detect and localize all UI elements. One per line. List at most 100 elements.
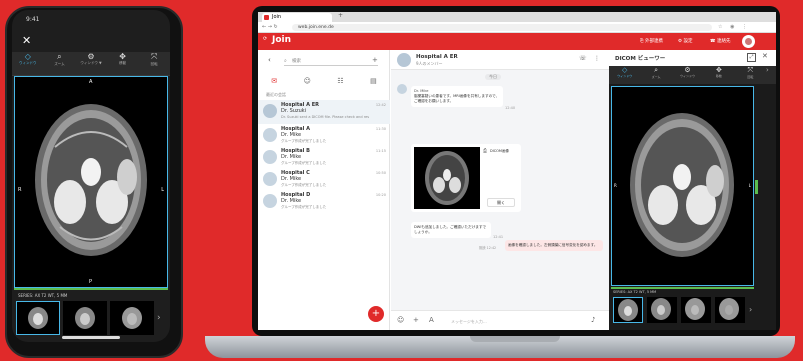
message-time: 12:41 xyxy=(493,235,504,239)
viewer-series-title: SERIES: AX T2 WT, 5 MM xyxy=(613,290,657,294)
orientation-label-left: L xyxy=(748,183,751,188)
add-conversation-icon[interactable]: + xyxy=(372,56,378,64)
back-forward-reload-icons[interactable]: ← → ↻ xyxy=(262,24,278,30)
tool-zoom[interactable]: ⌕ ズーム xyxy=(640,66,671,84)
tool-rotate[interactable]: ⤧ 回転 xyxy=(735,66,766,84)
dicom-viewer-panel: DICOM ビューワー ⤢ ✕ ◇ ウィンドウ ⌕ ズーム ⚙ ウィンドウ ✥ 移動 ⤧… xyxy=(609,50,776,330)
viewer-thumbnail-strip: › xyxy=(613,297,773,327)
search-input[interactable]: ⌕ 検索 xyxy=(284,57,378,66)
phone-mri-viewport[interactable]: R L A P xyxy=(14,76,168,288)
phone-series-title: SERIES: AX T2 WT, 5 MM xyxy=(18,293,68,298)
tab-contact-icon[interactable]: ☺ xyxy=(304,77,311,85)
microphone-icon[interactable]: ♪ xyxy=(591,316,595,324)
list-item[interactable]: Hospital C Dr. Mike グループ作成が完了しました 10:50 xyxy=(258,168,390,190)
date-divider: 今日 xyxy=(485,74,501,80)
header-action-integration[interactable]: ⎘ 外部連携 xyxy=(640,38,663,44)
series-thumbnail[interactable] xyxy=(63,301,107,335)
slice-scroll-indicator[interactable] xyxy=(755,180,758,194)
viewer-toolbar: ◇ ウィンドウ ⌕ ズーム ⚙ ウィンドウ ✥ 移動 ⤧ 回転 › xyxy=(609,66,776,84)
list-item[interactable]: Hospital A Dr. Mike グループ作成が完了しました 11:30 xyxy=(258,124,390,146)
list-item[interactable]: Hospital B Dr. Mike グループ作成が完了しました 11:15 xyxy=(258,146,390,168)
chevron-right-icon[interactable]: › xyxy=(749,297,752,327)
phone-tool-window[interactable]: ◇ ウィンドウ xyxy=(12,52,44,75)
scroll-progress-bar xyxy=(14,288,168,290)
brain-scan-image xyxy=(630,113,734,257)
viewer-mri-viewport[interactable]: R L xyxy=(611,86,754,286)
message-time: 12:40 xyxy=(505,106,516,110)
laptop-screen: Join + ← → ↻ web.join.ene.de ☆ ◉ ⋮ ⟳ Joi… xyxy=(258,12,776,330)
home-indicator xyxy=(62,336,120,339)
header-action-settings[interactable]: ⚙ 設定 xyxy=(678,38,692,44)
browser-tab[interactable]: Join xyxy=(262,13,332,22)
series-thumbnail[interactable] xyxy=(681,297,711,323)
text-format-icon[interactable]: A xyxy=(429,316,434,324)
join-logo-icon: ⟳ xyxy=(263,36,268,42)
browser-tab-title: Join xyxy=(272,14,282,20)
status-time: 9:41 xyxy=(26,16,40,23)
browser-extension-icons[interactable]: ☆ ◉ ⋮ xyxy=(718,24,750,30)
series-thumbnail[interactable] xyxy=(715,297,745,323)
orientation-label-anterior: A xyxy=(89,79,93,85)
laptop-notch xyxy=(470,336,560,342)
compose-button[interactable]: + xyxy=(368,306,384,322)
new-tab-icon[interactable]: + xyxy=(338,12,343,19)
conversation-avatar xyxy=(263,172,277,186)
chevron-right-icon[interactable]: › xyxy=(766,66,776,84)
orientation-label-right: R xyxy=(18,187,22,193)
chevron-right-icon[interactable]: › xyxy=(157,301,161,342)
chat-avatar xyxy=(397,53,411,67)
tab-files-icon[interactable]: ▤ xyxy=(370,77,377,85)
chat-message-bubble: DWIも追加しました。ご確認いただけますでしょうか。 xyxy=(411,222,491,238)
emoji-icon[interactable]: ☺ xyxy=(397,316,404,324)
tab-group-icon[interactable]: ☷ xyxy=(337,77,343,85)
join-favicon-icon xyxy=(264,15,269,20)
conversation-sidebar: ‹ ⌕ 検索 + ✉ ☺ ☷ ▤ 最近の会話 Hospital A ER Dr.… xyxy=(258,50,390,330)
series-thumbnail[interactable] xyxy=(647,297,677,323)
tool-window[interactable]: ◇ ウィンドウ xyxy=(609,66,640,84)
phone-viewer-toolbar: ◇ ウィンドウ ⌕ ズーム ⚙ ウィンドウ ▼ ✥ 移動 ⤧ 回転 xyxy=(12,52,170,76)
conversation-avatar xyxy=(263,104,277,118)
back-icon[interactable]: ‹ xyxy=(268,56,271,64)
series-thumbnail[interactable] xyxy=(613,297,643,323)
sidebar-tabs: ✉ ☺ ☷ ▤ xyxy=(258,72,390,90)
phone-tool-zoom[interactable]: ⌕ ズーム xyxy=(44,52,76,75)
message-input[interactable]: メッセージを入力... xyxy=(447,317,579,326)
call-icon[interactable]: ☏ xyxy=(579,55,587,62)
list-item[interactable]: Hospital A ER Dr. Suzuki Dr. Suzuki sent… xyxy=(258,100,390,124)
phone-tool-window-level[interactable]: ⚙ ウィンドウ ▼ xyxy=(75,52,107,75)
avatar[interactable] xyxy=(742,35,755,48)
expand-icon[interactable]: ⤢ xyxy=(747,53,756,62)
attach-plus-icon[interactable]: + xyxy=(413,316,419,324)
header-action-contacts[interactable]: ☎ 連絡先 xyxy=(710,38,731,44)
progress-bar xyxy=(611,287,754,289)
series-thumbnail[interactable] xyxy=(16,301,60,335)
tab-chat-icon[interactable]: ✉ xyxy=(271,77,277,85)
browser-toolbar: ← → ↻ web.join.ene.de ☆ ◉ ⋮ xyxy=(258,22,776,33)
tool-window-level[interactable]: ⚙ ウィンドウ xyxy=(672,66,703,84)
attachment-preview xyxy=(414,147,480,209)
phone-tool-move[interactable]: ✥ 移動 xyxy=(107,52,139,75)
more-options-icon[interactable]: ⋮ xyxy=(594,55,600,62)
sender-avatar xyxy=(397,84,407,94)
search-icon: ⌕ xyxy=(284,58,287,64)
section-label: 最近の会話 xyxy=(266,92,286,97)
browser-tab-bar: Join + xyxy=(258,12,776,22)
read-receipt: 既読 12:42 xyxy=(479,246,497,250)
orientation-label-right: R xyxy=(614,183,617,188)
dicom-attachment-card[interactable]: ⎙ DICOM画像 開く xyxy=(411,144,521,212)
close-icon[interactable]: ✕ xyxy=(22,34,31,47)
series-thumbnail[interactable] xyxy=(110,301,154,335)
close-icon[interactable]: ✕ xyxy=(762,52,768,60)
chat-title: Hospital A ER xyxy=(416,54,458,60)
attachment-label: DICOM画像 xyxy=(490,149,509,153)
phone-tool-rotate[interactable]: ⤧ 回転 xyxy=(138,52,170,75)
conversation-list: Hospital A ER Dr. Suzuki Dr. Suzuki sent… xyxy=(258,100,390,212)
phone-screen: 9:41 ✕ ◇ ウィンドウ ⌕ ズーム ⚙ ウィンドウ ▼ ✥ 移動 ⤧ 回転 R L … xyxy=(12,10,170,342)
app-header: ⟳ Join ⎘ 外部連携 ⚙ 設定 ☎ 連絡先 xyxy=(258,33,776,50)
viewer-header: DICOM ビューワー ⤢ ✕ xyxy=(609,50,776,66)
dicom-file-icon: ⎙ xyxy=(483,148,488,154)
open-attachment-button[interactable]: 開く xyxy=(487,198,515,207)
list-item[interactable]: Hospital D Dr. Mike グループ作成が完了しました 10:20 xyxy=(258,190,390,212)
address-bar[interactable]: web.join.ene.de xyxy=(292,24,712,31)
tool-move[interactable]: ✥ 移動 xyxy=(703,66,734,84)
